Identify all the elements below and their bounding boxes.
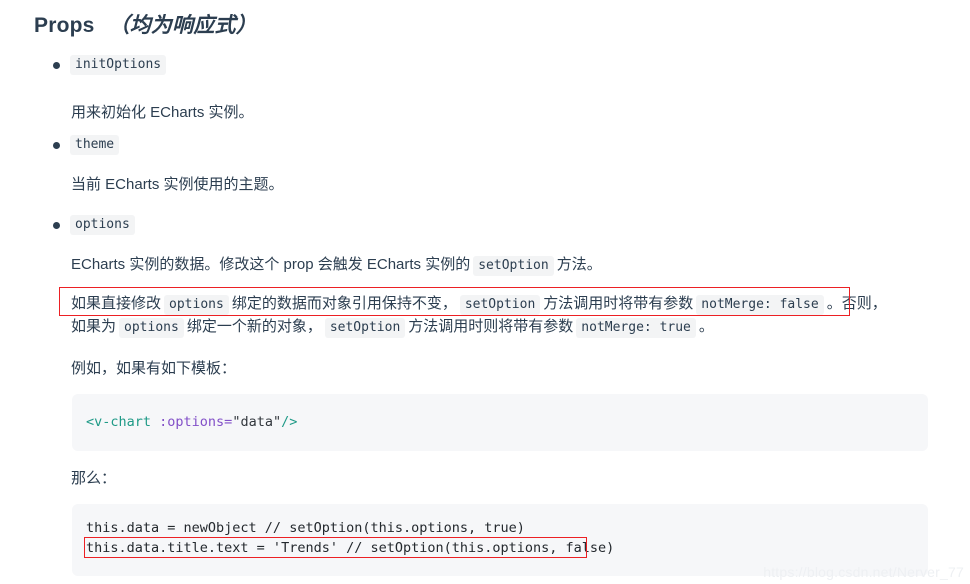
note2-code-setOption: setOption <box>324 318 406 338</box>
note-line-2: 如果为 options 绑定一个新的对象， setOption 方法调用时则将带有参数 n… <box>71 316 714 339</box>
note2-text-b: 绑定一个新的对象， <box>186 318 322 335</box>
code-block-template: <v-chart :options="data"/> <box>72 394 928 451</box>
note1-text-a: 如果直接修改 <box>71 295 162 312</box>
code-attr-value: "data" <box>232 414 282 430</box>
desc-text-b: 方法。 <box>556 256 602 273</box>
prop-name-theme: theme <box>70 135 120 155</box>
desc-inline-code-setOption: setOption <box>473 256 554 276</box>
result-lead: 那么： <box>71 470 117 487</box>
note2-text-a: 如果为 <box>71 318 117 335</box>
code-tag-close: /> <box>281 414 298 430</box>
prop-name-options: options <box>70 215 135 235</box>
code-result-line-2: this.data.title.text = 'Trends' // setOp… <box>86 540 615 556</box>
note2-code-options: options <box>119 318 184 338</box>
prop-description-initOptions: 用来初始化 ECharts 实例。 <box>71 104 254 121</box>
note1-code-notmerge-false: notMerge: false <box>696 295 824 315</box>
note1-code-options: options <box>164 295 229 315</box>
prop-description-options: ECharts 实例的数据。修改这个 prop 会触发 ECharts 实例的 s… <box>71 254 602 277</box>
note1-code-setOption: setOption <box>459 295 541 315</box>
code-tag-open: <v-chart <box>86 414 152 430</box>
note2-code-notmerge-true: notMerge: true <box>576 318 696 338</box>
note-line-1: 如果直接修改 options 绑定的数据而对象引用保持不变， setOption 方法调… <box>71 293 887 316</box>
page-title-text: Props <box>34 14 95 37</box>
list-bullet <box>53 142 60 149</box>
code-attr-options: :options= <box>151 414 233 430</box>
code-result-line-1: this.data = newObject // setOption(this.… <box>86 520 525 536</box>
note2-text-d: 。 <box>698 318 714 335</box>
page-title: Props （均为响应式） <box>34 9 257 39</box>
note2-text-c: 方法调用时则将带有参数 <box>408 318 574 335</box>
list-bullet <box>53 222 60 229</box>
list-bullet <box>53 62 60 69</box>
desc-text-a: ECharts 实例的数据。修改这个 prop 会触发 ECharts 实例的 <box>71 256 471 273</box>
prop-name-initOptions: initOptions <box>70 55 167 75</box>
code-result-content: this.data = newObject // setOption(this.… <box>72 504 928 558</box>
note1-text-b: 绑定的数据而对象引用保持不变， <box>231 295 457 312</box>
watermark: https://blog.csdn.net/Nerver_77 <box>763 564 964 580</box>
note1-text-c: 方法调用时将带有参数 <box>543 295 694 312</box>
example-lead: 例如，如果有如下模板： <box>71 360 237 377</box>
note1-text-e: 否则， <box>841 295 887 312</box>
note1-text-d: 。 <box>826 295 842 312</box>
prop-description-theme: 当前 ECharts 实例使用的主题。 <box>71 176 284 193</box>
code-template-content: <v-chart :options="data"/> <box>72 394 928 432</box>
page-title-emphasis: （均为响应式） <box>108 14 257 37</box>
document-page: Props （均为响应式） initOptions 用来初始化 ECharts 实… <box>0 0 970 584</box>
